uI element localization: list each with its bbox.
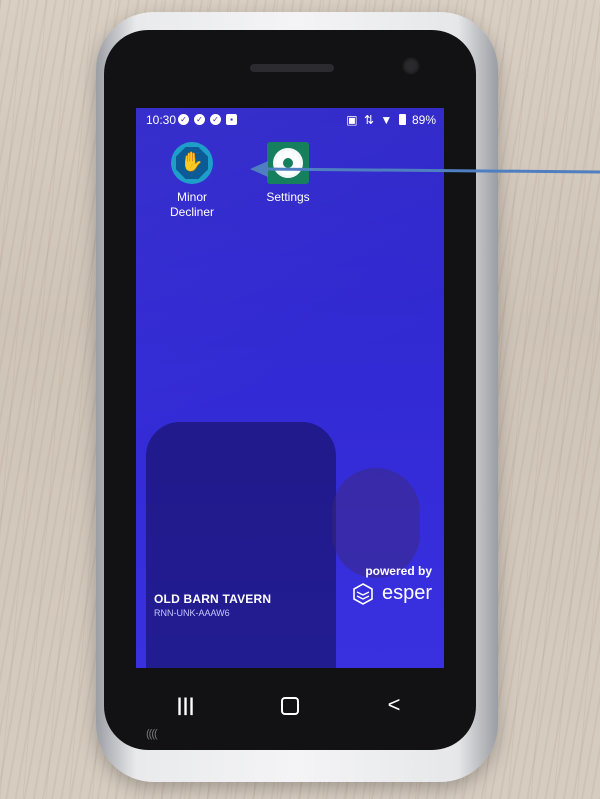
back-button[interactable]: < (374, 690, 414, 720)
esper-logo-icon (352, 582, 373, 605)
wifi-icon: ▼ (380, 113, 393, 127)
hand-stop-icon: ✋ (171, 142, 213, 184)
app-minor-decliner[interactable]: ✋ Minor Decliner (150, 142, 234, 220)
app-label: Minor Decliner (169, 190, 214, 219)
esper-branding: powered by esper (352, 564, 432, 605)
battery-icon (398, 114, 406, 125)
navigation-bar: ||| < (136, 680, 444, 730)
earpiece-speaker (250, 64, 334, 72)
gear-icon (267, 142, 309, 184)
battery-percent: 89% (411, 113, 436, 127)
status-bar[interactable]: 10:30 ✓ ✓ ✓ ▪ ▣ ⇅ ▼ 89% (136, 108, 444, 132)
check-circle-icon: ✓ (210, 114, 221, 125)
check-circle-icon: ✓ (194, 114, 205, 125)
home-icon (281, 697, 299, 716)
status-right-icons: ▣ ⇅ ▼ 89% (343, 113, 436, 127)
front-camera (402, 57, 420, 75)
briefcase-icon: ▪ (226, 114, 237, 125)
check-circle-icon: ✓ (178, 114, 189, 125)
device-id: RNN-UNK-AAAW6 (154, 608, 230, 618)
home-screen: 10:30 ✓ ✓ ✓ ▪ ▣ ⇅ ▼ 89% ✋ Minor Decliner… (136, 108, 444, 668)
venue-name: OLD BARN TAVERN (154, 592, 272, 606)
app-settings[interactable]: Settings (246, 142, 330, 205)
app-label: Settings (266, 190, 310, 204)
esper-wordmark: esper (381, 582, 432, 604)
nfc-icon: ▣ (346, 113, 358, 127)
microphone-grille: (((( (146, 728, 158, 740)
recents-button[interactable]: ||| (166, 690, 206, 720)
venue-info: OLD BARN TAVERN RNN-UNK-AAAW6 (154, 592, 271, 618)
home-button[interactable] (270, 690, 310, 720)
status-time: 10:30 (146, 113, 177, 127)
powered-by-label: powered by (365, 564, 432, 578)
data-arrows-icon: ⇅ (363, 113, 375, 127)
